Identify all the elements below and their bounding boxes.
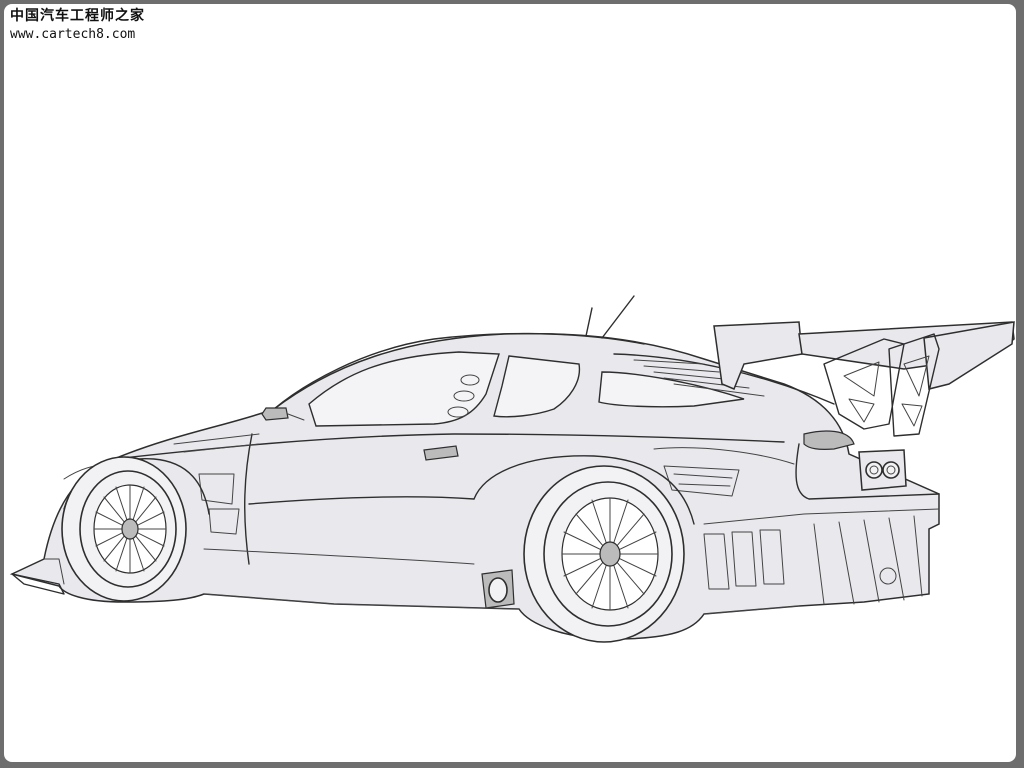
rear-wheel: [523, 465, 685, 643]
front-wheel: [61, 456, 187, 602]
image-canvas: 中国汽车工程师之家 www.cartech8.com: [4, 4, 1016, 762]
antenna-2: [601, 295, 635, 339]
watermark-url: www.cartech8.com: [10, 26, 136, 42]
antenna-1: [585, 307, 593, 337]
side-mirror: [261, 407, 289, 421]
exhaust-pipe-left: [865, 461, 883, 479]
watermark-site-name: 中国汽车工程师之家: [10, 8, 145, 24]
watermark: 中国汽车工程师之家 www.cartech8.com: [10, 8, 145, 42]
race-car-line-drawing: [4, 4, 1016, 762]
image-frame: 中国汽车工程师之家 www.cartech8.com: [0, 0, 1024, 768]
exhaust-pipe-right: [882, 461, 900, 479]
